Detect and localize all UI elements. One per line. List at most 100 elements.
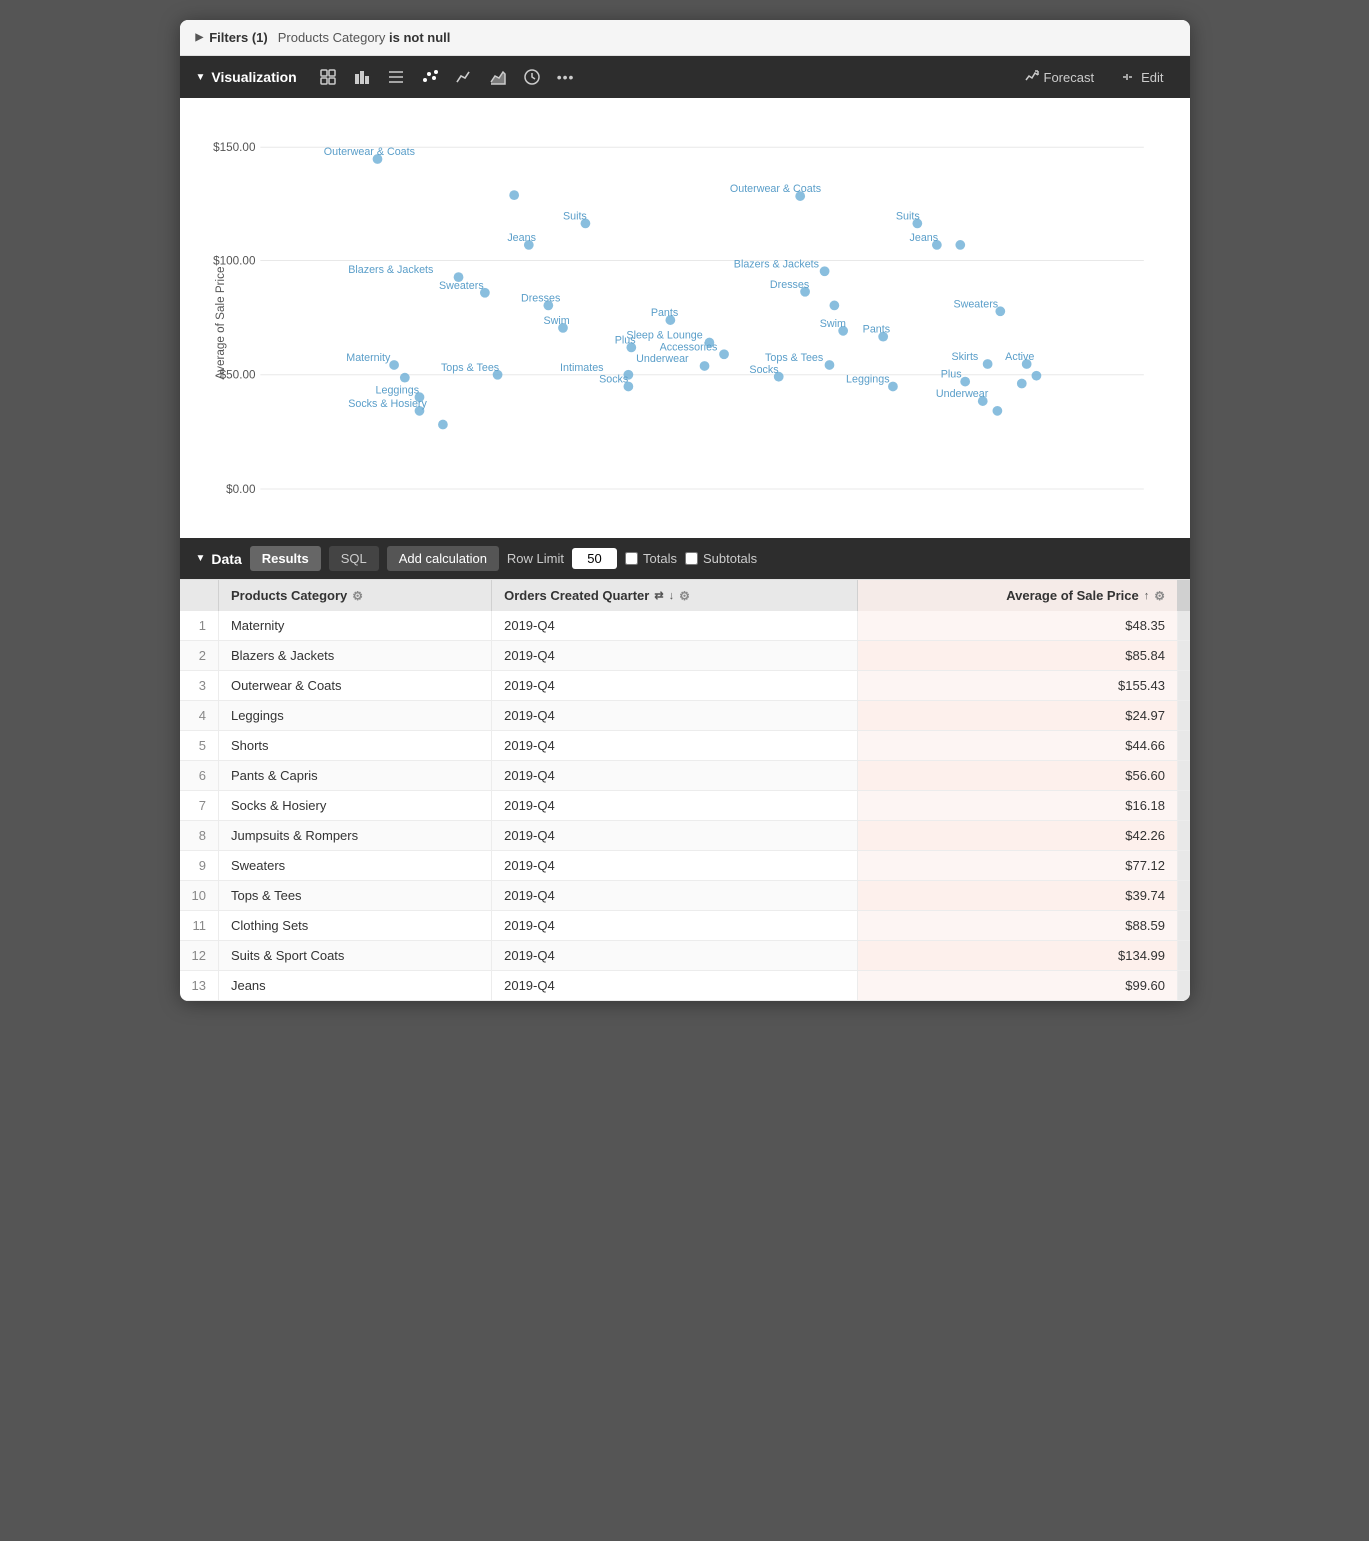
row-num-cell: 5 bbox=[180, 731, 219, 761]
price-cell: $77.12 bbox=[858, 851, 1178, 881]
category-gear-icon[interactable]: ⚙ bbox=[352, 589, 363, 603]
quarter-cell: 2019-Q4 bbox=[492, 971, 858, 1001]
clock-icon-btn[interactable] bbox=[517, 64, 547, 90]
edit-label: Edit bbox=[1141, 70, 1163, 85]
area-icon-btn[interactable] bbox=[483, 64, 513, 90]
svg-text:$150.00: $150.00 bbox=[213, 141, 256, 154]
col-category: Products Category ⚙ bbox=[218, 580, 491, 611]
more-icon-btn[interactable]: ••• bbox=[551, 65, 581, 89]
svg-text:Socks & Hosiery: Socks & Hosiery bbox=[348, 398, 427, 410]
col-avg-price-label: Average of Sale Price bbox=[1006, 588, 1138, 603]
svg-text:Socks: Socks bbox=[599, 374, 628, 386]
svg-text:Leggings: Leggings bbox=[846, 374, 890, 386]
category-cell: Shorts bbox=[218, 731, 491, 761]
viz-arrow-icon: ▼ bbox=[196, 72, 206, 83]
totals-checkbox-label[interactable]: Totals bbox=[625, 551, 677, 566]
forecast-button[interactable]: Forecast bbox=[1015, 66, 1105, 89]
scrollbar-cell bbox=[1178, 881, 1190, 911]
sql-tab[interactable]: SQL bbox=[329, 546, 379, 571]
category-cell: Clothing Sets bbox=[218, 911, 491, 941]
filter-arrow-icon: ▶ bbox=[196, 32, 204, 43]
results-tab[interactable]: Results bbox=[250, 546, 321, 571]
svg-text:Dresses: Dresses bbox=[769, 279, 808, 291]
table-row: 5Shorts2019-Q4$44.66 bbox=[180, 731, 1190, 761]
svg-text:Swim: Swim bbox=[819, 318, 845, 330]
quarter-gear-icon[interactable]: ⚙ bbox=[679, 589, 690, 603]
table-row: 12Suits & Sport Coats2019-Q4$134.99 bbox=[180, 941, 1190, 971]
table-icon-btn[interactable] bbox=[313, 64, 343, 90]
row-num-cell: 8 bbox=[180, 821, 219, 851]
quarter-cell: 2019-Q4 bbox=[492, 671, 858, 701]
row-num-cell: 12 bbox=[180, 941, 219, 971]
quarter-cell: 2019-Q4 bbox=[492, 881, 858, 911]
svg-text:Underwear: Underwear bbox=[636, 353, 689, 365]
category-cell: Pants & Capris bbox=[218, 761, 491, 791]
row-num-cell: 7 bbox=[180, 791, 219, 821]
scatter-icon-btn[interactable] bbox=[415, 64, 445, 90]
svg-text:Swim: Swim bbox=[543, 315, 569, 327]
add-calculation-button[interactable]: Add calculation bbox=[387, 546, 499, 571]
quarter-sort-icon[interactable]: ↓ bbox=[669, 590, 675, 602]
totals-checkbox[interactable] bbox=[625, 552, 638, 565]
col-rownum bbox=[180, 580, 219, 611]
row-num-cell: 6 bbox=[180, 761, 219, 791]
row-num-cell: 3 bbox=[180, 671, 219, 701]
quarter-cell: 2019-Q4 bbox=[492, 701, 858, 731]
scrollbar-cell bbox=[1178, 851, 1190, 881]
filter-toggle[interactable]: ▶ Filters (1) bbox=[196, 30, 268, 45]
svg-text:Suits: Suits bbox=[562, 211, 586, 223]
col-quarter-label: Orders Created Quarter bbox=[504, 588, 649, 603]
quarter-cell: 2019-Q4 bbox=[492, 731, 858, 761]
row-num-cell: 11 bbox=[180, 911, 219, 941]
category-cell: Maternity bbox=[218, 611, 491, 641]
svg-text:Plus: Plus bbox=[940, 369, 961, 381]
svg-text:Outerwear & Coats: Outerwear & Coats bbox=[729, 183, 820, 195]
svg-text:Jeans: Jeans bbox=[909, 232, 938, 244]
line-icon-btn[interactable] bbox=[449, 64, 479, 90]
svg-text:Outerwear & Coats: Outerwear & Coats bbox=[323, 146, 414, 158]
svg-text:Suits: Suits bbox=[895, 211, 919, 223]
svg-text:Skirts: Skirts bbox=[951, 351, 978, 363]
list-icon-btn[interactable] bbox=[381, 64, 411, 90]
quarter-cell: 2019-Q4 bbox=[492, 911, 858, 941]
row-num-cell: 10 bbox=[180, 881, 219, 911]
bar-chart-icon-btn[interactable] bbox=[347, 64, 377, 90]
price-cell: $42.26 bbox=[858, 821, 1178, 851]
filter-condition: is not null bbox=[389, 30, 450, 45]
svg-text:Pants: Pants bbox=[650, 307, 677, 319]
scrollbar-cell bbox=[1178, 731, 1190, 761]
data-toolbar: ▼ Data Results SQL Add calculation Row L… bbox=[180, 538, 1190, 579]
table-row: 2Blazers & Jackets2019-Q4$85.84 bbox=[180, 641, 1190, 671]
edit-button[interactable]: Edit bbox=[1112, 66, 1173, 89]
row-limit-input[interactable] bbox=[572, 548, 617, 569]
svg-text:$100.00: $100.00 bbox=[213, 254, 256, 267]
row-num-cell: 9 bbox=[180, 851, 219, 881]
table-row: 7Socks & Hosiery2019-Q4$16.18 bbox=[180, 791, 1190, 821]
scrollbar-cell bbox=[1178, 761, 1190, 791]
scrollbar-cell bbox=[1178, 941, 1190, 971]
totals-label: Totals bbox=[643, 551, 677, 566]
price-cell: $99.60 bbox=[858, 971, 1178, 1001]
svg-text:$0.00: $0.00 bbox=[226, 483, 256, 496]
quarter-pivot-icon: ⇄ bbox=[654, 589, 663, 602]
svg-text:Accessories: Accessories bbox=[659, 341, 717, 353]
price-sort-icon[interactable]: ↑ bbox=[1144, 590, 1150, 602]
scatter-chart: Average of Sale Price $0.00 $50.00 $100.… bbox=[190, 118, 1180, 528]
price-gear-icon[interactable]: ⚙ bbox=[1154, 589, 1165, 603]
row-num-cell: 4 bbox=[180, 701, 219, 731]
svg-text:$50.00: $50.00 bbox=[219, 369, 255, 382]
filter-description: Products Category is not null bbox=[278, 30, 451, 45]
subtotals-checkbox-label[interactable]: Subtotals bbox=[685, 551, 757, 566]
scrollbar-cell bbox=[1178, 611, 1190, 641]
quarter-cell: 2019-Q4 bbox=[492, 821, 858, 851]
quarter-cell: 2019-Q4 bbox=[492, 641, 858, 671]
subtotals-checkbox[interactable] bbox=[685, 552, 698, 565]
svg-text:Intimates: Intimates bbox=[560, 362, 604, 374]
table-body: 1Maternity2019-Q4$48.352Blazers & Jacket… bbox=[180, 611, 1190, 1001]
category-cell: Blazers & Jackets bbox=[218, 641, 491, 671]
data-arrow-icon: ▼ bbox=[196, 553, 206, 564]
price-cell: $39.74 bbox=[858, 881, 1178, 911]
table-row: 1Maternity2019-Q4$48.35 bbox=[180, 611, 1190, 641]
quarter-cell: 2019-Q4 bbox=[492, 611, 858, 641]
category-cell: Socks & Hosiery bbox=[218, 791, 491, 821]
